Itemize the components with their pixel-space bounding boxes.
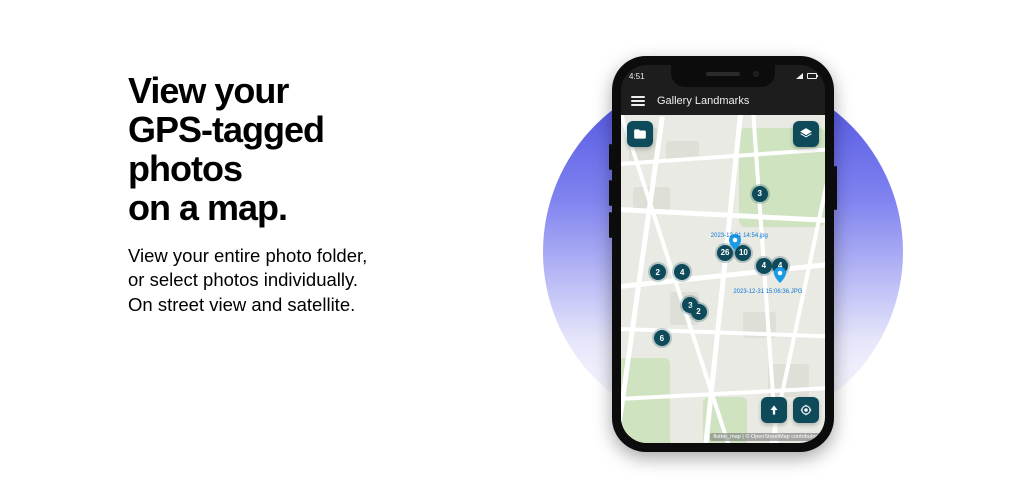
- app-bar: Gallery Landmarks: [621, 87, 825, 115]
- map-layers-button[interactable]: [793, 121, 819, 147]
- status-time: 4:51: [629, 72, 645, 81]
- photo-cluster[interactable]: 6: [654, 330, 670, 346]
- photo-pin[interactable]: [774, 267, 786, 279]
- photo-cluster[interactable]: 2: [650, 264, 666, 280]
- subheadline: View your entire photo folder, or select…: [128, 244, 488, 319]
- subheadline-line: View your entire photo folder,: [128, 245, 367, 266]
- crosshair-icon: [799, 403, 813, 417]
- signal-icon: [796, 73, 803, 79]
- photo-cluster[interactable]: 4: [674, 264, 690, 280]
- photo-cluster[interactable]: 2: [691, 304, 707, 320]
- layers-icon: [799, 127, 813, 141]
- arrow-up-icon: [767, 403, 781, 417]
- headline-line: View your: [128, 70, 288, 111]
- photo-pin-label: 2023-12-31 14:54.jpg: [711, 233, 768, 239]
- subheadline-line: or select photos individually.: [128, 269, 358, 290]
- headline-line: on a map.: [128, 187, 287, 228]
- photo-cluster[interactable]: 3: [752, 186, 768, 202]
- headline-line: photos: [128, 148, 242, 189]
- folder-icon: [633, 127, 647, 141]
- battery-icon: [807, 73, 817, 79]
- phone-mockup: 4:51 Gallery Landmarks: [612, 56, 834, 452]
- subheadline-line: On street view and satellite.: [128, 294, 355, 315]
- phone-notch: [671, 65, 775, 87]
- app-title: Gallery Landmarks: [657, 95, 749, 107]
- my-location-button[interactable]: [793, 397, 819, 423]
- headline: View your GPS-tagged photos on a map.: [128, 72, 488, 228]
- map-attribution: flutter_map | © OpenStreetMap contributo…: [710, 433, 823, 441]
- map-view[interactable]: 3 26 10 4 2 4 3 2 6 4 2023-12-31 14:54.j…: [621, 115, 825, 443]
- menu-icon[interactable]: [631, 96, 645, 106]
- headline-line: GPS-tagged: [128, 109, 324, 150]
- photo-pin-label: 2023-12-31 15:06:36.JPG: [733, 289, 802, 295]
- open-folder-button[interactable]: [627, 121, 653, 147]
- north-button[interactable]: [761, 397, 787, 423]
- photo-cluster[interactable]: 4: [756, 258, 772, 274]
